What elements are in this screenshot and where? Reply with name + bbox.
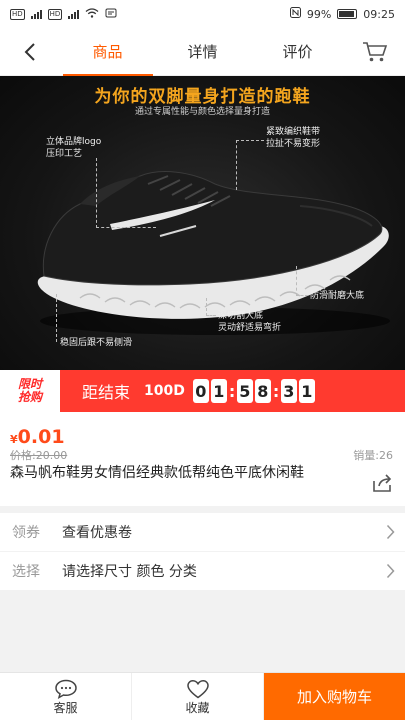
cart-icon (363, 41, 388, 61)
countdown-timer: 0 1 : 5 8 : 3 1 (192, 379, 315, 403)
coupon-value: 查看优惠卷 (62, 525, 132, 541)
flash-logo-line2: 抢购 (17, 390, 42, 404)
battery-percent: 99% (306, 7, 332, 21)
second-digit-1: 3 (280, 379, 297, 403)
product-title: 森马帆布鞋男女情侣经典款低帮纯色平底休闲鞋 (10, 465, 304, 481)
callout-line-sole-grip (296, 266, 308, 296)
original-price: 价格:20.00 (10, 449, 68, 462)
product-detail-page: HD HD 99% 09:25 商品 详情 评价 为你的双脚量身打造的跑鞋 通过… (0, 0, 405, 720)
signal-icon-2 (68, 9, 80, 19)
chevron-left-icon (24, 42, 35, 61)
share-icon (373, 474, 392, 492)
price-value: 0.01 (17, 426, 65, 448)
countdown-days: 100D (144, 383, 185, 399)
cart-button[interactable] (345, 28, 405, 76)
wifi-icon (85, 7, 99, 21)
top-navigation: 商品 详情 评价 (0, 28, 405, 76)
nfc-icon (289, 7, 301, 21)
share-button[interactable] (371, 472, 395, 496)
back-button[interactable] (0, 28, 60, 76)
chevron-right-icon (375, 563, 405, 579)
flash-sale-bar: 限时 抢购 距结束 100D 0 1 : 5 8 : 3 1 (0, 370, 405, 412)
callout-line-deep-cut (206, 298, 216, 316)
product-info: ¥0.01 价格:20.00 销量:26 森马帆布鞋男女情侣经典款低帮纯色平底休… (0, 412, 405, 506)
sales-count: 销量:26 (353, 449, 393, 462)
timer-separator: : (272, 381, 280, 401)
second-digit-2: 1 (298, 379, 315, 403)
coupon-row[interactable]: 领券 查看优惠卷 (0, 513, 405, 551)
countdown-label: 距结束 (82, 383, 131, 402)
callout-laces: 紧致编织鞋带 拉扯不易变形 (266, 127, 321, 149)
price-symbol: ¥ (10, 433, 18, 446)
customer-service-button[interactable]: 客服 (0, 673, 132, 720)
favorite-button[interactable]: 收藏 (132, 673, 264, 720)
heart-icon (186, 679, 209, 698)
callout-sole-grip: 防滑耐磨大底 (310, 291, 365, 301)
flash-sale-logo: 限时 抢购 (0, 370, 60, 412)
callout-line-laces (236, 140, 264, 190)
status-left: HD HD (10, 7, 117, 21)
hour-digit-1: 0 (192, 379, 209, 403)
nav-tabs: 商品 详情 评价 (60, 28, 345, 76)
coupon-label: 领券 (12, 525, 40, 541)
minute-digit-2: 8 (254, 379, 271, 403)
product-image[interactable]: 为你的双脚量身打造的跑鞋 通过专属性能与颜色选择量身打造 立体品牌logo 压印… (0, 76, 405, 370)
minute-digit-1: 5 (236, 379, 253, 403)
clock: 09:25 (363, 7, 395, 21)
chevron-right-icon (375, 524, 405, 540)
tab-product[interactable]: 商品 (60, 28, 155, 76)
spec-label: 选择 (12, 564, 40, 580)
battery-icon (337, 9, 358, 19)
customer-service-label: 客服 (53, 700, 78, 715)
price: ¥0.01 (10, 426, 65, 448)
callout-logo: 立体品牌logo 压印工艺 (46, 137, 102, 159)
callout-line-heel (56, 294, 62, 342)
spec-value: 请选择尺寸 颜色 分类 (62, 564, 197, 580)
timer-separator: : (228, 381, 236, 401)
callout-line-logo (96, 158, 156, 228)
callout-heel: 稳固后跟不易侧滑 (60, 338, 133, 348)
favorite-label: 收藏 (185, 700, 210, 715)
add-to-cart-button[interactable]: 加入购物车 (264, 673, 405, 720)
notification-icon (105, 8, 117, 21)
hd-badge: HD (10, 8, 25, 20)
callout-deep-cut: 深切割大底 灵动舒适易弯折 (218, 311, 282, 333)
status-bar: HD HD 99% 09:25 (0, 0, 405, 28)
hour-digit-2: 1 (210, 379, 227, 403)
spec-select-row[interactable]: 选择 请选择尺寸 颜色 分类 (0, 552, 405, 590)
tab-reviews[interactable]: 评价 (250, 28, 345, 76)
chat-icon (54, 679, 77, 699)
bottom-action-bar: 客服 收藏 加入购物车 (0, 672, 405, 720)
hd-badge-2: HD (47, 8, 63, 20)
status-right: 99% 09:25 (289, 7, 395, 21)
signal-icon (30, 9, 42, 19)
tab-details[interactable]: 详情 (155, 28, 250, 76)
